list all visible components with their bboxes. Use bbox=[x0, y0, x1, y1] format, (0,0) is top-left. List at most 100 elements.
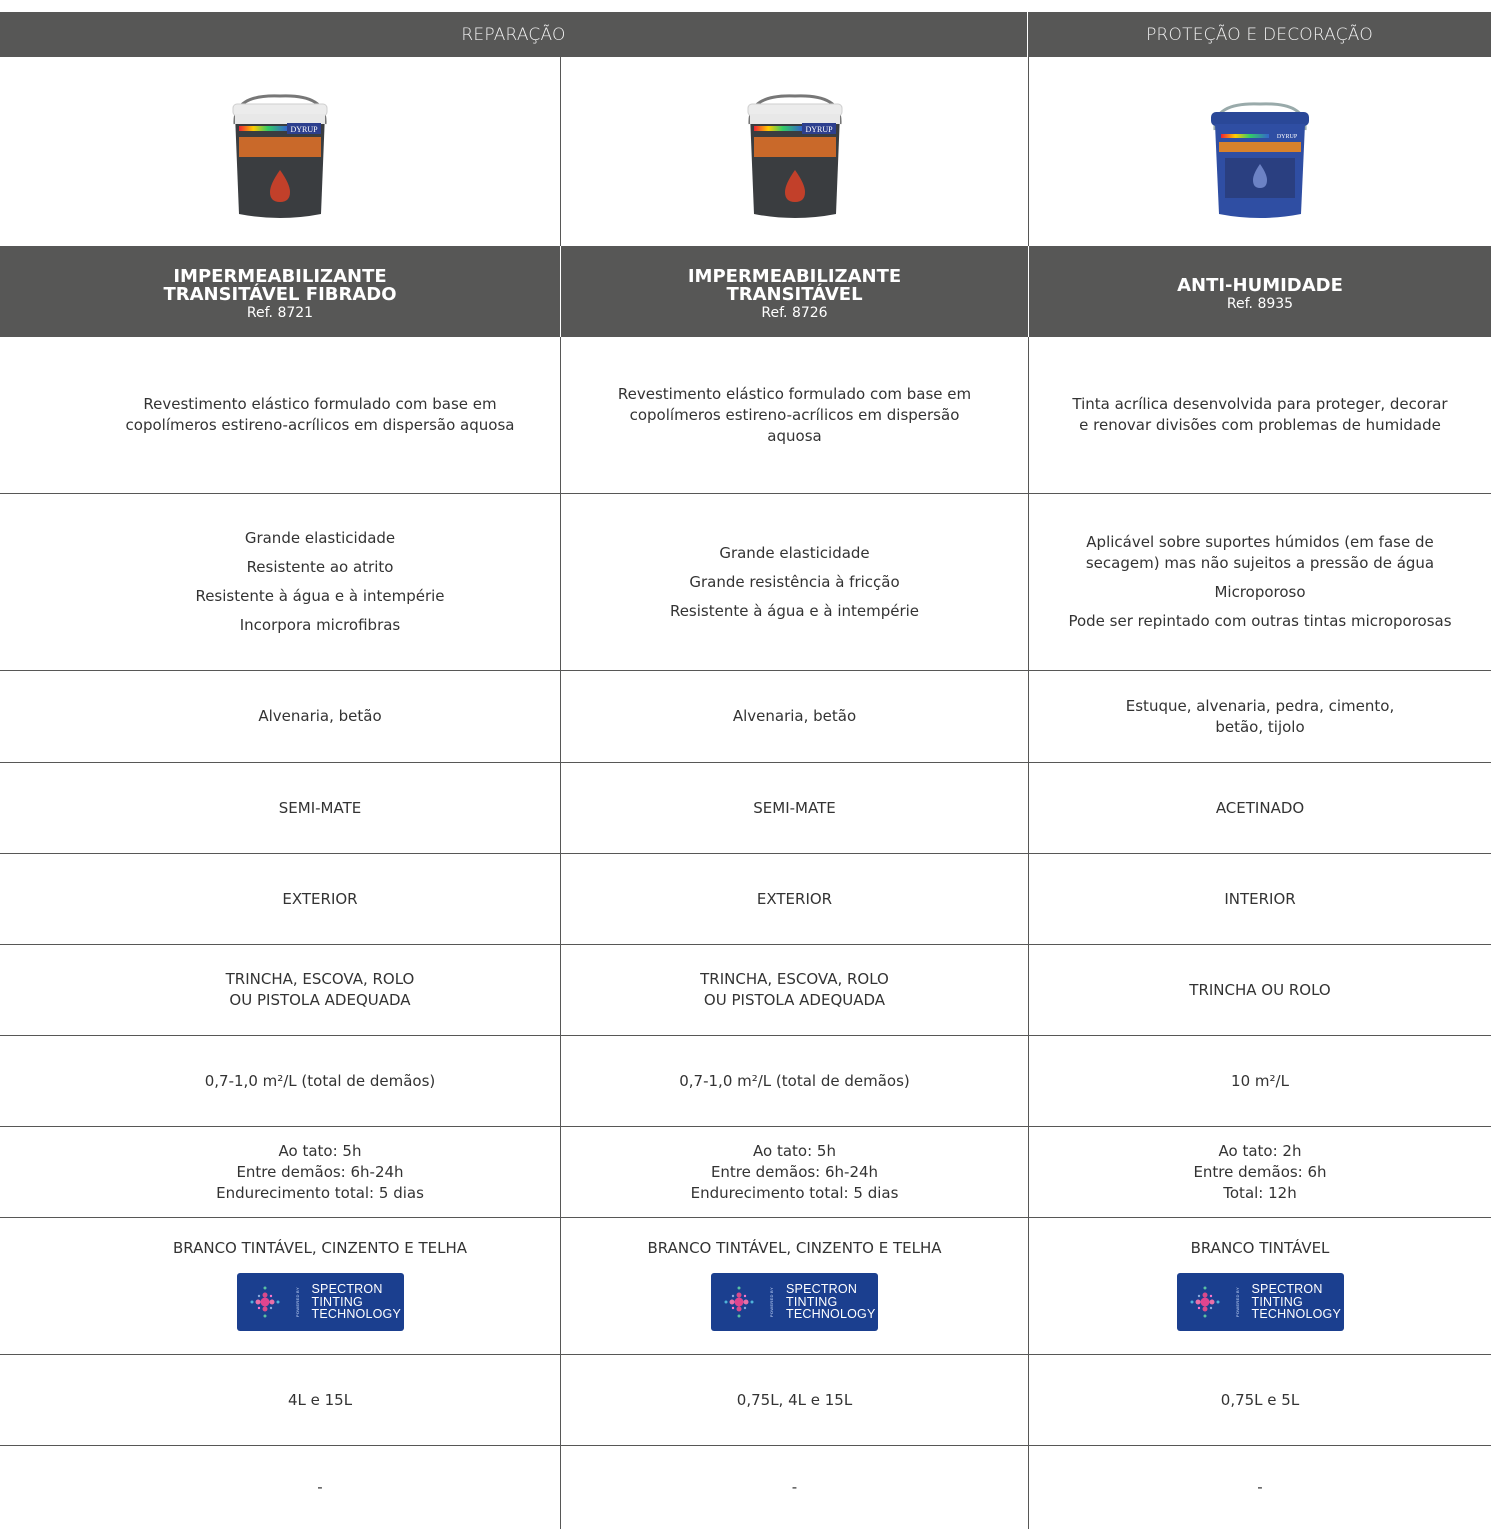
drying-line: Endurecimento total: 5 dias bbox=[216, 1183, 424, 1202]
colors-text: BRANCO TINTÁVEL bbox=[1190, 1239, 1330, 1257]
substrates-cell: Estuque, alvenaria, pedra, cimento, betã… bbox=[1028, 671, 1491, 762]
product-name-line2: TRANSITÁVEL bbox=[726, 283, 863, 305]
product-name-line1: IMPERMEABILIZANTE bbox=[687, 265, 902, 287]
spectron-powered-label: POWERED BY bbox=[1234, 1286, 1240, 1318]
product-ref: Ref. 8721 bbox=[246, 304, 314, 321]
yield-cell: 0,7-1,0 m²/L (total de demãos) bbox=[204, 1071, 436, 1090]
product-ref: Ref. 8935 bbox=[1226, 295, 1294, 312]
yield-cell: 0,7-1,0 m²/L (total de demãos) bbox=[560, 1036, 1028, 1126]
colors-cell: BRANCO TINTÁVEL POWERED BY SPECTRON TINT… bbox=[1028, 1218, 1491, 1354]
application-line: TRINCHA, ESCOVA, ROLO bbox=[700, 970, 889, 988]
last-row: - - - bbox=[0, 1446, 1491, 1529]
last-cell: - bbox=[317, 1478, 323, 1496]
last-cell: - bbox=[560, 1446, 1028, 1529]
product-name-cell[interactable]: IMPERMEABILIZANTE TRANSITÁVEL Ref. 8726 bbox=[560, 246, 1028, 337]
yield-cell: 10 m²/L bbox=[1028, 1036, 1491, 1126]
drying-line: Entre demãos: 6h-24h bbox=[236, 1162, 404, 1181]
spectron-line: TECHNOLOGY bbox=[311, 1307, 402, 1322]
application-line: OU PISTOLA ADEQUADA bbox=[703, 991, 886, 1009]
feature-item: Resistente à água e à intempérie bbox=[669, 601, 920, 620]
use-row: EXTERIOR EXTERIOR INTERIOR bbox=[0, 854, 1491, 945]
application-cell: TRINCHA OU ROLO bbox=[1028, 945, 1491, 1035]
feature-item: Incorpora microfibras bbox=[239, 616, 401, 634]
product-name-line1: ANTI-HUMIDADE bbox=[1177, 274, 1343, 296]
features-cell: Grande elasticidade Resistente ao atrito… bbox=[0, 494, 560, 670]
use-cell: INTERIOR bbox=[1028, 854, 1491, 944]
sizes-cell: 0,75L, 4L e 15L bbox=[560, 1355, 1028, 1445]
paint-bucket-icon: DYRUP bbox=[1211, 101, 1309, 218]
svg-text:DYRUP: DYRUP bbox=[1277, 134, 1298, 140]
substrates-cell: Alvenaria, betão bbox=[560, 671, 1028, 762]
product-name-line1: IMPERMEABILIZANTE bbox=[173, 265, 387, 287]
product-name-cell[interactable]: ANTI-HUMIDADE Ref. 8935 bbox=[1028, 246, 1491, 337]
feature-item: Microporoso bbox=[1214, 583, 1306, 601]
spectron-logo-icon bbox=[1190, 1286, 1219, 1318]
application-cell: TRINCHA, ESCOVA, ROLO OU PISTOLA ADEQUAD… bbox=[0, 945, 560, 1035]
spectron-line: SPECTRON bbox=[786, 1282, 858, 1297]
yield-row: 0,7-1,0 m²/L (total de demãos) 0,7-1,0 m… bbox=[0, 1036, 1491, 1127]
colors-text: BRANCO TINTÁVEL, CINZENTO E TELHA bbox=[647, 1239, 942, 1257]
features-row: Grande elasticidade Resistente ao atrito… bbox=[0, 494, 1491, 671]
drying-cell: Ao tato: 2h Entre demãos: 6h Total: 12h bbox=[1028, 1127, 1491, 1217]
product-name-line2: TRANSITÁVEL FIBRADO bbox=[163, 283, 397, 305]
sizes-cell: 4L e 15L bbox=[287, 1390, 353, 1409]
application-line: TRINCHA OU ROLO bbox=[1189, 980, 1331, 999]
feature-item: Aplicável sobre suportes húmidos (em fas… bbox=[1085, 533, 1435, 572]
product-image-8721[interactable]: DYRUP bbox=[0, 57, 560, 246]
description-row: Revestimento elástico formulado com base… bbox=[0, 337, 1491, 494]
description-cell: Revestimento elástico formulado com base… bbox=[125, 395, 515, 434]
product-name-cell[interactable]: IMPERMEABILIZANTE TRANSITÁVEL FIBRADO Re… bbox=[0, 246, 560, 337]
spectron-badge: POWERED BY SPECTRON TINTING TECHNOLOGY bbox=[236, 1273, 404, 1331]
spectron-label: SPECTRON TINTING TECHNOLOGY bbox=[786, 1283, 876, 1321]
feature-item: Pode ser repintado com outras tintas mic… bbox=[1068, 612, 1452, 630]
spectron-logo-icon bbox=[250, 1286, 279, 1318]
feature-item: Grande resistência à fricção bbox=[689, 572, 900, 591]
colors-text: BRANCO TINTÁVEL, CINZENTO E TELHA bbox=[173, 1239, 467, 1257]
use-cell: EXTERIOR bbox=[282, 889, 358, 908]
feature-item: Grande elasticidade bbox=[719, 543, 870, 562]
drying-row: Ao tato: 5h Entre demãos: 6h-24h Endurec… bbox=[0, 1127, 1491, 1218]
feature-item: Grande elasticidade bbox=[244, 529, 396, 547]
product-ref: Ref. 8726 bbox=[761, 304, 828, 321]
feature-item: Resistente à água e à intempérie bbox=[195, 587, 445, 605]
features-cell: Aplicável sobre suportes húmidos (em fas… bbox=[1028, 494, 1491, 670]
finish-row: SEMI-MATE SEMI-MATE ACETINADO bbox=[0, 763, 1491, 854]
spectron-badge: POWERED BY SPECTRON TINTING TECHNOLOGY bbox=[711, 1273, 878, 1331]
colors-cell: BRANCO TINTÁVEL, CINZENTO E TELHA POWERE… bbox=[0, 1218, 560, 1354]
description-cell: Tinta acrílica desenvolvida para protege… bbox=[1028, 337, 1491, 493]
product-image-8935[interactable]: DYRUP bbox=[1028, 57, 1491, 246]
drying-line: Entre demãos: 6h bbox=[1193, 1162, 1327, 1181]
spectron-line: TECHNOLOGY bbox=[786, 1307, 876, 1322]
svg-text:DYRUP: DYRUP bbox=[290, 125, 318, 134]
drying-line: Ao tato: 5h bbox=[753, 1141, 836, 1160]
spectron-label: SPECTRON TINTING TECHNOLOGY bbox=[312, 1283, 402, 1321]
substrates-cell: Alvenaria, betão bbox=[258, 707, 382, 725]
application-line: OU PISTOLA ADEQUADA bbox=[229, 991, 411, 1009]
drying-line: Ao tato: 5h bbox=[278, 1141, 362, 1160]
substrates-row: Alvenaria, betão Alvenaria, betão Estuqu… bbox=[0, 671, 1491, 763]
application-row: TRINCHA, ESCOVA, ROLO OU PISTOLA ADEQUAD… bbox=[0, 945, 1491, 1036]
finish-cell: ACETINADO bbox=[1028, 763, 1491, 853]
feature-item: Resistente ao atrito bbox=[246, 558, 394, 576]
drying-line: Endurecimento total: 5 dias bbox=[690, 1183, 899, 1202]
product-image-8726[interactable]: DYRUP bbox=[560, 57, 1028, 246]
paint-bucket-icon: DYRUP bbox=[747, 93, 842, 218]
sizes-cell: 0,75L e 5L bbox=[1028, 1355, 1491, 1445]
spectron-label: SPECTRON TINTING TECHNOLOGY bbox=[1252, 1283, 1342, 1321]
category-repair: REPARAÇÃO bbox=[0, 12, 1028, 57]
finish-cell: SEMI-MATE bbox=[560, 763, 1028, 853]
spectron-line: SPECTRON bbox=[1251, 1282, 1323, 1297]
description-cell: Revestimento elástico formulado com base… bbox=[560, 337, 1028, 493]
spectron-powered-label: POWERED BY bbox=[294, 1286, 300, 1318]
application-cell: TRINCHA, ESCOVA, ROLO OU PISTOLA ADEQUAD… bbox=[560, 945, 1028, 1035]
application-line: TRINCHA, ESCOVA, ROLO bbox=[225, 970, 415, 988]
features-cell: Grande elasticidade Grande resistência à… bbox=[560, 494, 1028, 670]
use-cell: EXTERIOR bbox=[560, 854, 1028, 944]
colors-row: BRANCO TINTÁVEL, CINZENTO E TELHA POWERE… bbox=[0, 1218, 1491, 1355]
drying-line: Entre demãos: 6h-24h bbox=[710, 1162, 879, 1181]
spectron-badge: POWERED BY SPECTRON TINTING TECHNOLOGY bbox=[1176, 1273, 1344, 1331]
svg-text:DYRUP: DYRUP bbox=[805, 125, 833, 134]
category-header-row: REPARAÇÃO PROTEÇÃO E DECORAÇÃO bbox=[0, 12, 1491, 57]
last-cell: - bbox=[1028, 1446, 1491, 1529]
category-protection: PROTEÇÃO E DECORAÇÃO bbox=[1146, 24, 1373, 45]
